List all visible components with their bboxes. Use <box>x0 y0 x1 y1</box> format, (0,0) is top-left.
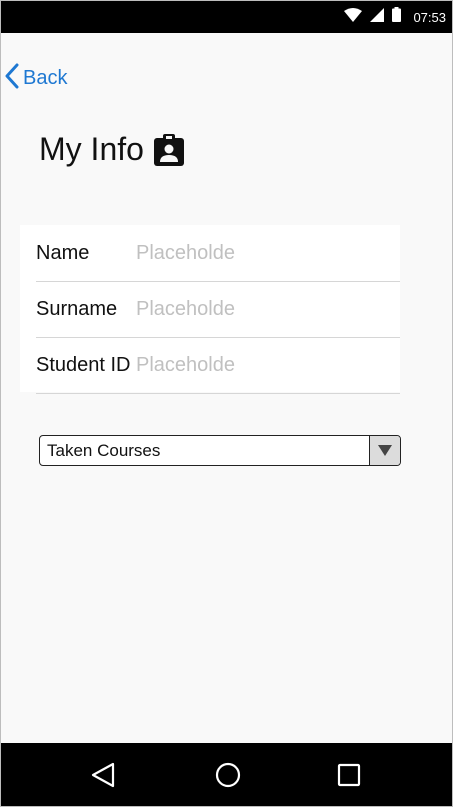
wifi-icon <box>344 7 363 27</box>
home-circle-icon[interactable] <box>214 761 242 789</box>
surname-row: Surname <box>36 281 400 338</box>
page-title: My Info <box>39 131 144 167</box>
student-id-input[interactable] <box>136 351 276 379</box>
cell-signal-icon <box>370 7 385 27</box>
battery-icon <box>392 7 402 27</box>
status-bar: 07:53 <box>1 1 452 33</box>
name-label: Name <box>36 242 90 264</box>
dropdown-selected-value: Taken Courses <box>47 441 161 460</box>
status-icons: 07:53 <box>344 7 446 27</box>
app-screen: 07:53 Back My Info Name Surname <box>0 0 453 807</box>
student-id-label: Student ID <box>36 354 131 376</box>
system-nav-bar <box>1 743 452 806</box>
recents-square-icon[interactable] <box>335 761 363 789</box>
triangle-down-icon[interactable] <box>369 436 400 465</box>
contact-badge-icon <box>153 133 184 166</box>
info-form: Name Surname Student ID <box>20 225 400 394</box>
back-triangle-icon[interactable] <box>89 761 117 789</box>
surname-label: Surname <box>36 298 118 320</box>
student-id-row: Student ID <box>36 337 400 394</box>
back-button[interactable]: Back <box>5 63 67 93</box>
status-time: 07:53 <box>413 9 446 25</box>
name-input[interactable] <box>136 239 276 267</box>
page-header: My Info <box>39 131 184 168</box>
name-row: Name <box>36 225 400 282</box>
taken-courses-dropdown[interactable]: Taken Courses <box>39 435 401 466</box>
back-label: Back <box>23 66 68 89</box>
surname-input[interactable] <box>136 295 276 323</box>
chevron-left-icon <box>5 63 19 94</box>
